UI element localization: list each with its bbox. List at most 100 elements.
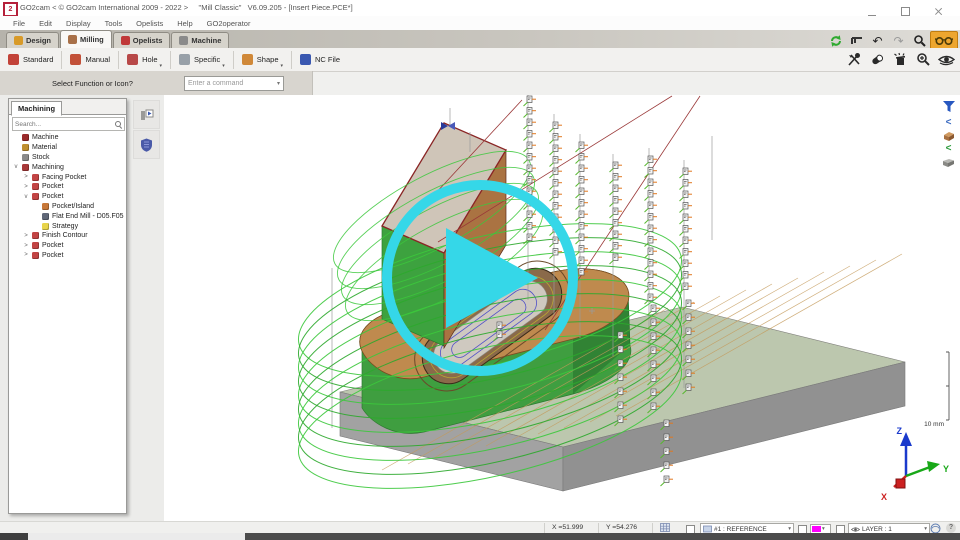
clean-trash-icon[interactable] (889, 50, 912, 68)
tree-item-label: Pocket (42, 252, 63, 259)
tree-search[interactable] (12, 117, 125, 131)
analysis-tools-icon[interactable] (843, 50, 866, 68)
close-button[interactable] (928, 3, 948, 14)
menu-item-tools[interactable]: Tools (98, 19, 130, 28)
chevron-down-icon[interactable]: ▾ (222, 63, 225, 69)
menu-item-file[interactable]: File (6, 19, 32, 28)
tree-item-pocket[interactable]: >Pocket (9, 182, 126, 192)
toolpath-point-flag (610, 197, 623, 207)
ribbon-button-specific[interactable]: Specific▾ (171, 50, 233, 70)
menu-item-help[interactable]: Help (170, 19, 199, 28)
hole-icon (127, 54, 138, 65)
command-bar: Select Function or Icon? Enter a command… (0, 71, 313, 95)
filter-icon[interactable] (940, 99, 957, 114)
standard-icon (8, 54, 19, 65)
video-play-button[interactable] (378, 176, 582, 380)
visibility-eye-icon[interactable] (935, 50, 958, 68)
toolpath-point-flag (524, 96, 537, 106)
maximize-button[interactable] (895, 3, 915, 14)
tree-item-stock[interactable]: Stock (9, 153, 126, 163)
menu-item-edit[interactable]: Edit (32, 19, 59, 28)
tree-expander[interactable]: v (23, 194, 29, 200)
tab-machining[interactable]: Machining (11, 101, 62, 116)
tree-item-machine[interactable]: Machine (9, 133, 126, 143)
svg-text:Y: Y (943, 464, 949, 474)
milling-tab-icon (68, 35, 77, 44)
tab-opelists[interactable]: Opelists (113, 32, 171, 48)
toolpath-point-flag (680, 180, 693, 190)
search-input[interactable] (15, 121, 103, 128)
measure-caliper-icon[interactable] (846, 33, 867, 49)
tree-expander[interactable]: v (13, 164, 19, 170)
app-icon: 2 (3, 2, 18, 17)
material-icon (22, 144, 29, 151)
redo-icon[interactable]: ↷ (888, 33, 909, 49)
regenerate-icon[interactable] (825, 33, 846, 49)
command-placeholder: Enter a command (188, 80, 243, 87)
tree-item-pocket-island[interactable]: Pocket/Island (9, 202, 126, 212)
tab-design[interactable]: Design (6, 32, 59, 48)
toolpath-point-flag (645, 179, 658, 189)
command-input[interactable]: Enter a command ▾ (184, 76, 284, 91)
progress-strip-mid[interactable] (28, 533, 245, 540)
tree-item-label: Machining (32, 164, 64, 171)
toolpath-point-flag (610, 162, 623, 172)
ribbon-button-shape[interactable]: Shape▾ (234, 50, 291, 70)
cursor-x-readout: X =51.999 (552, 524, 583, 531)
toolpath-point-flag (576, 165, 589, 175)
module-tabs: DesignMillingOpelistsMachine (6, 30, 230, 48)
tree-item-material[interactable]: Material (9, 143, 126, 153)
tree-item-facing-pocket[interactable]: > Facing Pocket (9, 172, 126, 182)
menu-item-display[interactable]: Display (59, 19, 98, 28)
chevron-down-icon[interactable]: ▾ (160, 63, 163, 69)
machine-icon (22, 134, 29, 141)
tree-item-pocket[interactable]: >Pocket (9, 241, 126, 251)
tree-expander[interactable]: > (23, 174, 29, 180)
toolpath-point-flag (610, 243, 623, 253)
tree-item-label: Material (32, 144, 57, 151)
chevron-down-icon[interactable]: ▾ (280, 63, 283, 69)
toolpath-point-flag (680, 168, 693, 178)
tree-item-label: Facing Pocket (42, 174, 86, 181)
ribbon-button-manual[interactable]: Manual (62, 50, 118, 70)
ribbon-button-hole[interactable]: Hole▾ (119, 50, 170, 70)
minimize-button[interactable] (862, 3, 882, 14)
tab-machine[interactable]: Machine (171, 32, 229, 48)
show-stock-icon[interactable] (940, 155, 957, 170)
tree-expander[interactable]: > (23, 184, 29, 190)
ribbon-button-nc-file[interactable]: NC File (292, 50, 348, 70)
collapse-left-green-icon[interactable]: < (940, 141, 957, 156)
eraser-icon[interactable] (866, 50, 889, 68)
toolpath-point-flag (680, 237, 693, 247)
tool-shield-button[interactable] (133, 130, 160, 159)
tree-item-strategy[interactable]: Strategy (9, 221, 126, 231)
tree-item-label: Pocket/Island (52, 203, 94, 210)
tree-item-finish-contour[interactable]: >Finish Contour (9, 231, 126, 241)
ribbon-button-label: Shape (257, 55, 279, 64)
tree-expander[interactable]: > (23, 233, 29, 239)
tree-expander[interactable]: > (23, 252, 29, 258)
zoom-search-icon[interactable] (909, 33, 930, 49)
tree-item-pocket[interactable]: vPocket (9, 192, 126, 202)
toolpath-point-flag (645, 191, 658, 201)
chevron-down-icon: ▾ (277, 80, 280, 87)
tab-milling[interactable]: Milling (60, 30, 112, 48)
tree-item-machining[interactable]: v Machining (9, 162, 126, 172)
simulation-button[interactable] (133, 100, 160, 129)
tree-item-pocket[interactable]: > Pocket (9, 251, 126, 261)
menu-item-go2operator[interactable]: GO2operator (200, 19, 258, 28)
chevron-down-icon: ▾ (788, 526, 791, 532)
menu-item-opelists[interactable]: Opelists (129, 19, 170, 28)
strategy-icon (42, 223, 49, 230)
progress-strip-right[interactable] (245, 533, 960, 540)
undo-icon[interactable]: ↶ (867, 33, 888, 49)
zoom-in-icon[interactable] (912, 50, 935, 68)
toolpath-point-flag (610, 254, 623, 264)
command-prompt-label: Select Function or Icon? (52, 79, 133, 88)
nc-file-icon (300, 54, 311, 65)
tree-expander[interactable]: > (23, 243, 29, 249)
help-icon[interactable]: ? (946, 523, 956, 533)
ribbon-toolbar: StandardManualHole▾Specific▾Shape▾NC Fil… (0, 48, 960, 72)
ribbon-button-standard[interactable]: Standard (0, 50, 61, 70)
tree-item-flat-end-mill-d05-f05[interactable]: Flat End Mill - D05.F05 (9, 211, 126, 221)
